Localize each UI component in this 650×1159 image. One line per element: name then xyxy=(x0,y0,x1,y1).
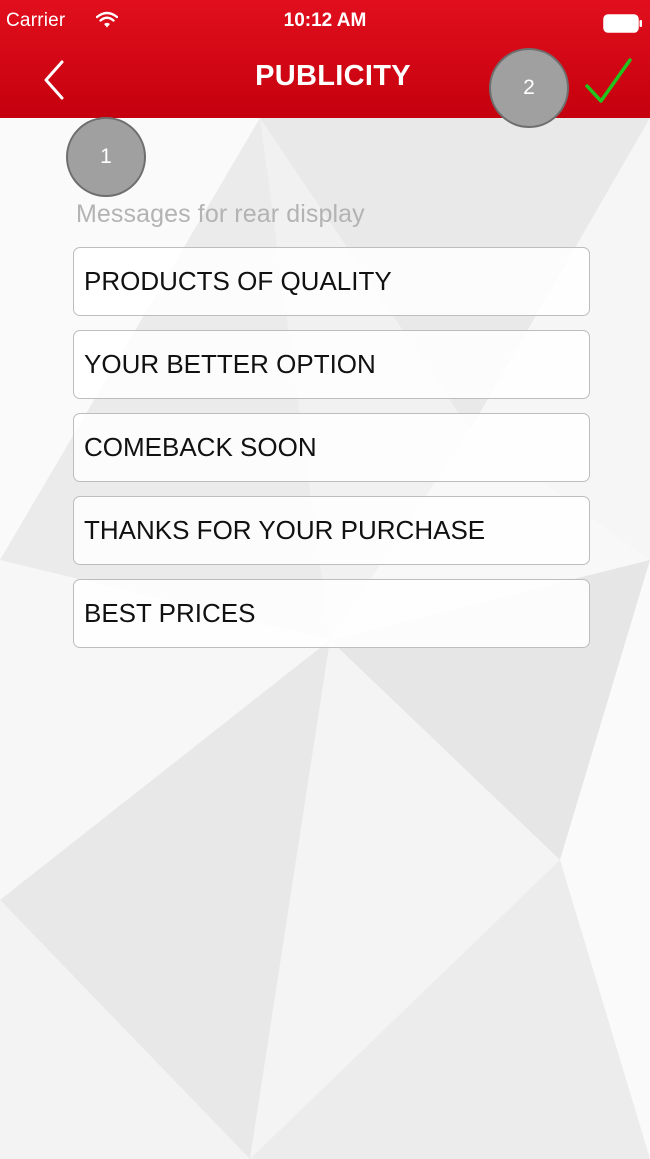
message-input-4[interactable] xyxy=(73,496,590,565)
annotation-marker-2: 2 xyxy=(489,48,569,128)
publicity-screen: Carrier 10:12 AM PUBLICITY 1 2 Messages … xyxy=(0,0,650,1159)
status-time: 10:12 AM xyxy=(283,10,367,31)
message-list xyxy=(73,247,590,662)
message-input-2[interactable] xyxy=(73,330,590,399)
message-input-3[interactable] xyxy=(73,413,590,482)
message-input-5[interactable] xyxy=(73,579,590,648)
status-bar: Carrier 10:12 AM xyxy=(0,0,650,40)
message-input-1[interactable] xyxy=(73,247,590,316)
battery-icon xyxy=(603,14,642,33)
checkmark-icon xyxy=(585,58,632,103)
messages-section-label: Messages for rear display xyxy=(76,200,365,228)
annotation-marker-1: 1 xyxy=(66,117,146,197)
save-button[interactable] xyxy=(580,55,636,105)
